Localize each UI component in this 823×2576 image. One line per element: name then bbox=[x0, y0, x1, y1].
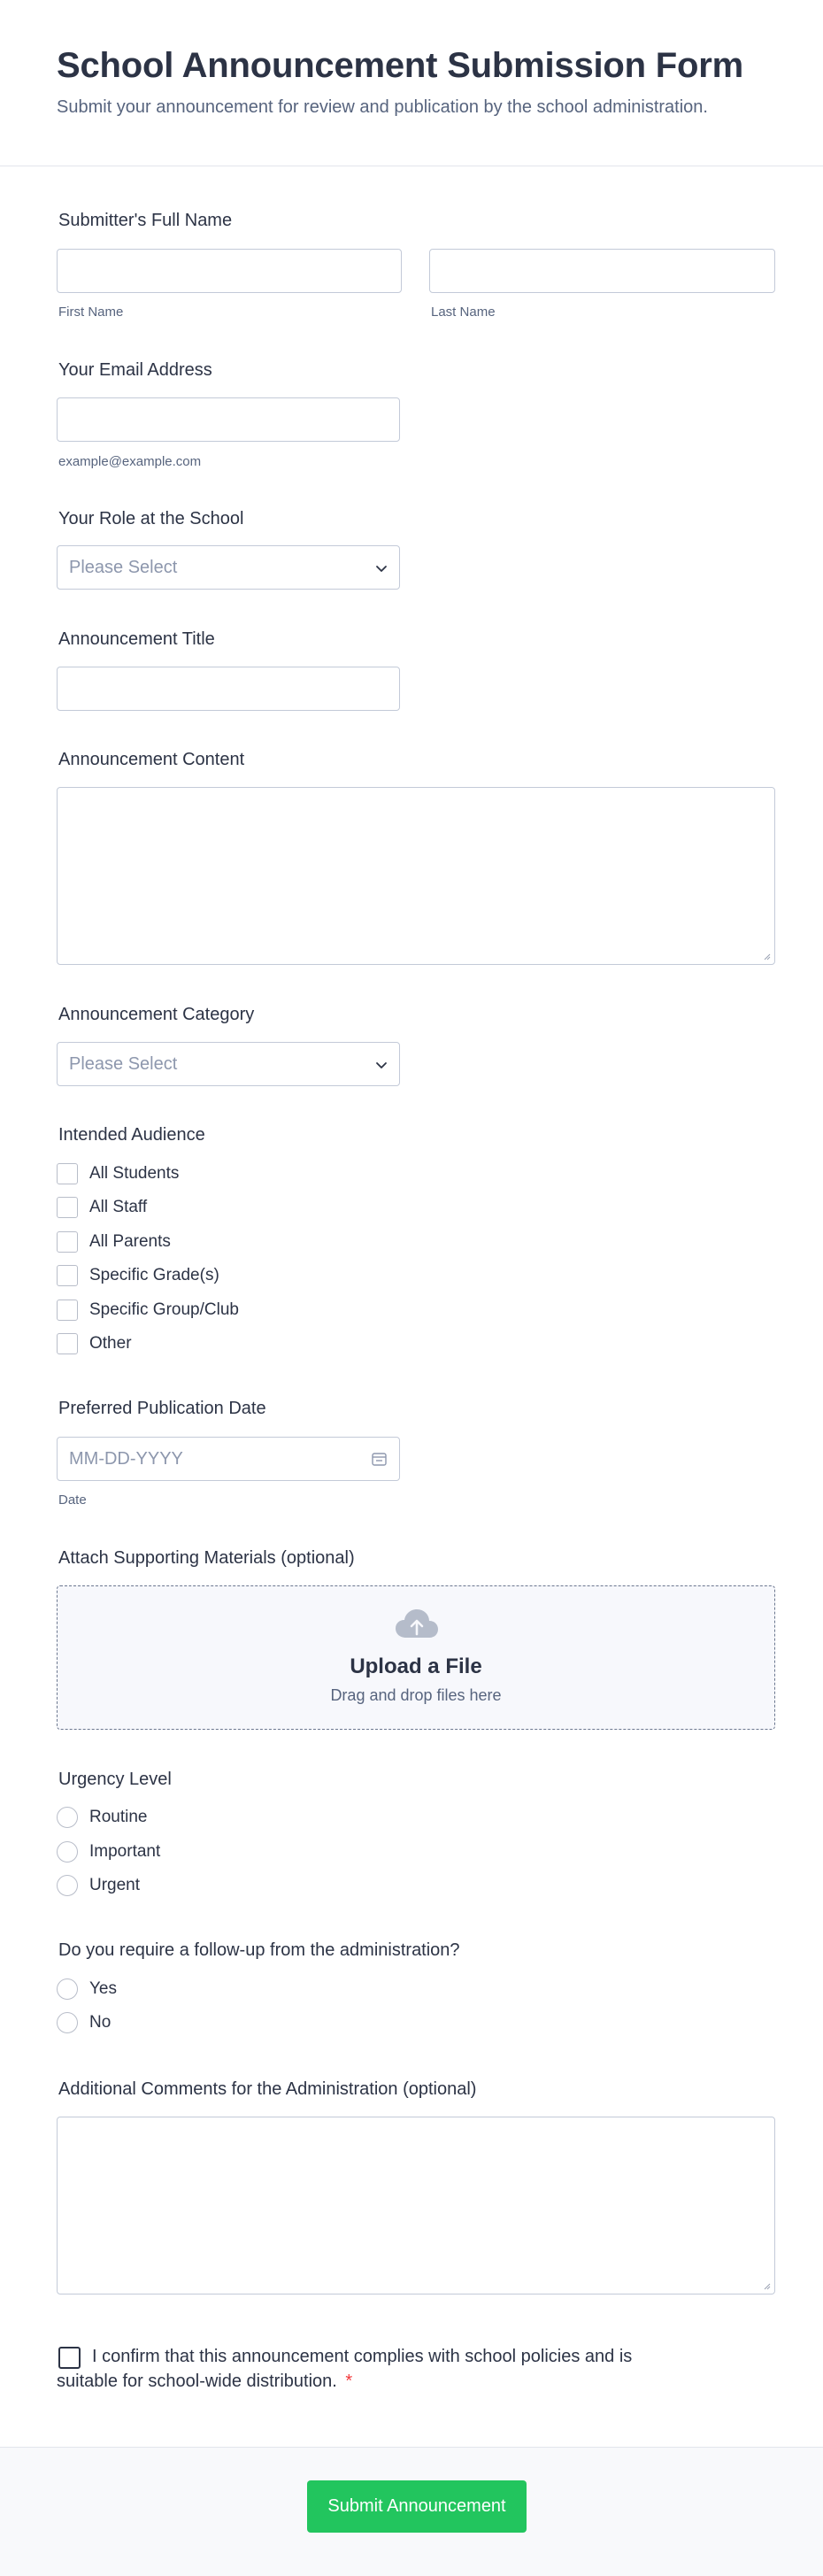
resize-handle-icon[interactable] bbox=[762, 2281, 771, 2290]
announcement-title-input[interactable] bbox=[57, 667, 400, 711]
upload-hint: Drag and drop files here bbox=[330, 1686, 502, 1704]
category-label: Announcement Category bbox=[58, 1005, 255, 1024]
confirm-text-line1: I confirm that this announcement complie… bbox=[92, 2347, 633, 2366]
form-title: School Announcement Submission Form bbox=[57, 46, 744, 85]
announcement-content-textarea[interactable] bbox=[57, 787, 775, 965]
radio-button[interactable] bbox=[57, 1807, 78, 1828]
email-label: Your Email Address bbox=[58, 360, 212, 380]
followup-option-label: Yes bbox=[89, 1979, 117, 1998]
full-name-label: Submitter's Full Name bbox=[58, 211, 233, 230]
urgency-option-label: Urgent bbox=[89, 1876, 141, 1894]
comments-textarea[interactable] bbox=[57, 2117, 775, 2294]
date-label: Preferred Publication Date bbox=[58, 1399, 266, 1418]
audience-option-label: All Parents bbox=[89, 1232, 171, 1251]
confirm-text-line2: suitable for school-wide distribution. * bbox=[57, 2372, 352, 2392]
audience-option[interactable]: Other bbox=[57, 1332, 132, 1355]
checkbox[interactable] bbox=[57, 1231, 78, 1253]
first-name-sublabel: First Name bbox=[58, 305, 124, 320]
category-select[interactable]: Please Select bbox=[57, 1042, 400, 1086]
audience-label: Intended Audience bbox=[58, 1125, 205, 1145]
followup-option[interactable]: Yes bbox=[57, 1978, 117, 2001]
checkbox[interactable] bbox=[57, 1163, 78, 1184]
email-field[interactable] bbox=[57, 397, 400, 442]
role-label: Your Role at the School bbox=[58, 509, 244, 528]
urgency-label: Urgency Level bbox=[58, 1770, 172, 1789]
calendar-icon[interactable] bbox=[371, 1451, 388, 1468]
checkbox[interactable] bbox=[57, 1197, 78, 1218]
role-select-placeholder: Please Select bbox=[69, 558, 178, 577]
email-sublabel: example@example.com bbox=[58, 454, 202, 469]
role-select[interactable]: Please Select bbox=[57, 545, 400, 590]
audience-option-label: All Students bbox=[89, 1164, 180, 1183]
audience-option[interactable]: All Parents bbox=[57, 1230, 171, 1253]
title-label: Announcement Title bbox=[58, 629, 215, 649]
radio-button[interactable] bbox=[57, 1875, 78, 1896]
audience-option[interactable]: Specific Grade(s) bbox=[57, 1264, 219, 1287]
followup-option-label: No bbox=[89, 2013, 112, 2032]
attach-label: Attach Supporting Materials (optional) bbox=[58, 1548, 355, 1568]
urgency-option-label: Important bbox=[89, 1842, 161, 1861]
urgency-option[interactable]: Urgent bbox=[57, 1874, 140, 1897]
last-name-sublabel: Last Name bbox=[431, 305, 496, 320]
confirm-checkbox[interactable] bbox=[58, 2347, 81, 2369]
audience-option[interactable]: All Students bbox=[57, 1162, 179, 1185]
radio-button[interactable] bbox=[57, 1841, 78, 1863]
upload-title: Upload a File bbox=[350, 1654, 482, 1678]
cloud-upload-icon bbox=[396, 1609, 438, 1638]
category-select-placeholder: Please Select bbox=[69, 1054, 178, 1074]
file-upload-dropzone[interactable]: Upload a File Drag and drop files here bbox=[57, 1585, 775, 1730]
audience-option-label: All Staff bbox=[89, 1198, 148, 1216]
last-name-input[interactable] bbox=[429, 249, 775, 293]
date-input[interactable]: MM-DD-YYYY bbox=[57, 1437, 400, 1481]
resize-handle-icon[interactable] bbox=[762, 952, 771, 960]
radio-button[interactable] bbox=[57, 1978, 78, 2000]
audience-option-label: Specific Group/Club bbox=[89, 1300, 239, 1319]
urgency-option-label: Routine bbox=[89, 1808, 148, 1826]
radio-button[interactable] bbox=[57, 2012, 78, 2033]
confirm-text-line2-content: suitable for school-wide distribution. bbox=[57, 2372, 337, 2391]
audience-option[interactable]: All Staff bbox=[57, 1196, 147, 1219]
date-sublabel: Date bbox=[58, 1492, 87, 1508]
checkbox[interactable] bbox=[57, 1333, 78, 1354]
form-subtitle: Submit your announcement for review and … bbox=[57, 97, 708, 117]
submit-button[interactable]: Submit Announcement bbox=[307, 2480, 527, 2533]
checkbox[interactable] bbox=[57, 1265, 78, 1286]
audience-option-label: Specific Grade(s) bbox=[89, 1266, 219, 1284]
first-name-input[interactable] bbox=[57, 249, 402, 293]
urgency-option[interactable]: Routine bbox=[57, 1806, 148, 1829]
followup-label: Do you require a follow-up from the admi… bbox=[58, 1940, 460, 1960]
content-label: Announcement Content bbox=[58, 750, 245, 769]
required-asterisk: * bbox=[345, 2372, 353, 2391]
chevron-down-icon bbox=[376, 1062, 387, 1068]
urgency-option[interactable]: Important bbox=[57, 1840, 160, 1863]
comments-label: Additional Comments for the Administrati… bbox=[58, 2079, 477, 2099]
audience-option-label: Other bbox=[89, 1334, 132, 1353]
followup-option[interactable]: No bbox=[57, 2011, 111, 2034]
audience-option[interactable]: Specific Group/Club bbox=[57, 1299, 239, 1322]
checkbox[interactable] bbox=[57, 1300, 78, 1321]
chevron-down-icon bbox=[376, 566, 387, 572]
date-placeholder: MM-DD-YYYY bbox=[69, 1449, 183, 1469]
